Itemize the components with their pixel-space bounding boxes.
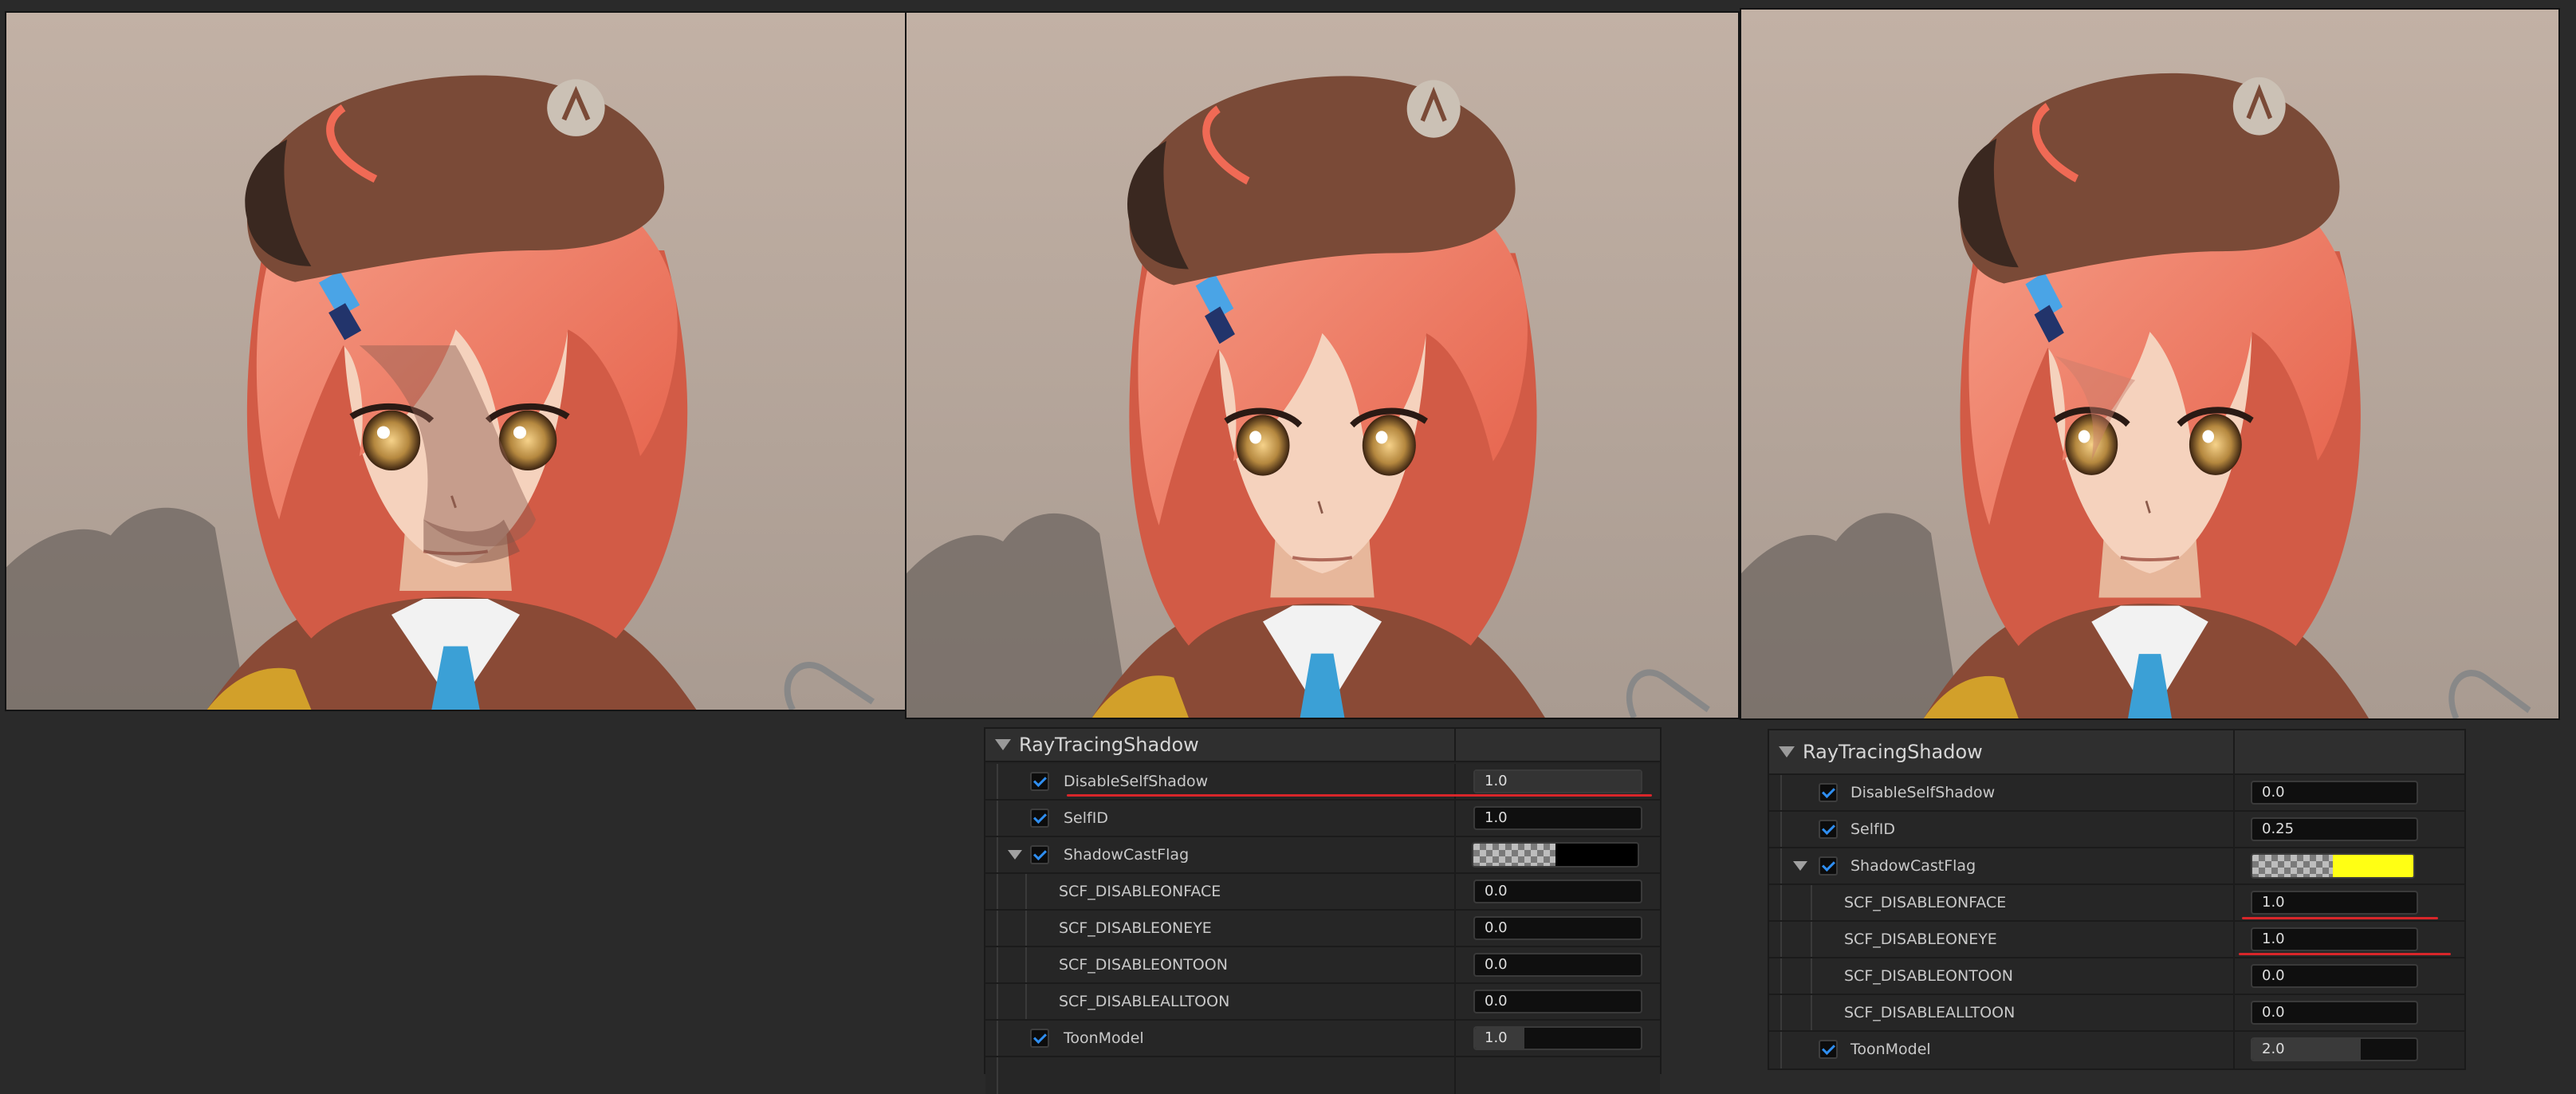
property-row-scf-disable-on-eye: SCF_DISABLEONEYE 0.0 [985,911,1660,947]
number-field[interactable]: 0.25 [2251,817,2418,841]
render-viewport-1 [5,11,907,711]
render-viewport-2 [905,11,1740,719]
property-label: ToonModel [1850,1041,1931,1058]
property-label: SCF_DISABLEONEYE [1844,931,1997,948]
property-row-toon-model: ToonModel 2.0 [1769,1032,2464,1068]
property-row-disable-self-shadow: DisableSelfShadow 0.0 [1769,775,2464,812]
checkbox[interactable] [1819,783,1838,802]
number-field[interactable]: 1.0 [2251,927,2418,951]
property-row-shadow-cast-flag: ShadowCastFlag [985,837,1660,874]
checkbox[interactable] [1819,1040,1838,1059]
property-row-self-id: SelfID 1.0 [985,801,1660,837]
checkbox[interactable] [1819,856,1838,876]
property-label: SCF_DISABLEONTOON [1844,967,2013,985]
category-title: RayTracingShadow [1019,734,1199,756]
checkbox[interactable] [1819,820,1838,839]
expand-arrow-icon[interactable] [1008,850,1022,860]
number-field[interactable]: 0.0 [2251,1001,2418,1025]
number-field[interactable]: 1.0 [1473,769,1642,793]
checkbox[interactable] [1030,1029,1049,1048]
number-field[interactable]: 0.0 [2251,964,2418,988]
expand-arrow-icon[interactable] [1793,861,1807,871]
property-row-scf-disable-all-toon: SCF_DISABLEALLTOON 0.0 [985,984,1660,1021]
category-header[interactable]: RayTracingShadow [985,729,1660,762]
color-picker[interactable] [1472,842,1639,868]
highlight-underline [1067,794,1652,797]
number-field[interactable]: 1.0 [2251,891,2418,915]
category-header[interactable]: RayTracingShadow [1769,730,2464,775]
color-picker[interactable] [2251,853,2415,879]
property-row-scf-disable-all-toon: SCF_DISABLEALLTOON 0.0 [1769,995,2464,1032]
details-panel-right: RayTracingShadow DisableSelfShadow 0.0 S… [1768,729,2466,1070]
highlight-underline [2242,917,2438,919]
property-label: ShadowCastFlag [1850,857,1976,875]
property-label: SCF_DISABLEONFACE [1059,883,1221,900]
property-label: SCF_DISABLEALLTOON [1844,1004,2016,1021]
checkbox[interactable] [1030,845,1049,864]
collapse-arrow-icon[interactable] [1779,746,1795,758]
number-field[interactable]: 0.0 [1473,880,1642,903]
number-field[interactable]: 1.0 [1473,806,1642,830]
checkbox[interactable] [1030,809,1049,828]
property-row-scf-disable-on-toon: SCF_DISABLEONTOON 0.0 [1769,958,2464,995]
property-row-scf-disable-on-toon: SCF_DISABLEONTOON 0.0 [985,947,1660,984]
highlight-underline [2239,953,2451,955]
collapse-arrow-icon[interactable] [995,739,1011,750]
property-label: SCF_DISABLEONTOON [1059,956,1228,974]
property-label: DisableSelfShadow [1850,784,1996,801]
checkbox[interactable] [1030,772,1049,791]
property-label: SCF_DISABLEONFACE [1844,894,2007,911]
number-field[interactable]: 2.0 [2251,1037,2418,1061]
details-panel-left: RayTracingShadow DisableSelfShadow 1.0 S… [984,727,1662,1094]
property-row-scf-disable-on-face: SCF_DISABLEONFACE 0.0 [985,874,1660,911]
property-label: SCF_DISABLEALLTOON [1059,993,1230,1010]
property-label: SelfID [1850,820,1895,838]
property-label: ShadowCastFlag [1064,846,1190,864]
number-field[interactable]: 1.0 [1473,1026,1642,1050]
category-title: RayTracingShadow [1803,741,1983,763]
property-row-shadow-cast-flag: ShadowCastFlag [1769,848,2464,885]
property-row-self-id: SelfID 0.25 [1769,812,2464,848]
number-field[interactable]: 0.0 [1473,990,1642,1013]
property-row-toon-model: ToonModel 1.0 [985,1021,1660,1057]
property-label: SelfID [1064,809,1108,827]
number-field[interactable]: 0.0 [1473,916,1642,940]
number-field[interactable]: 0.0 [2251,781,2418,805]
property-label: ToonModel [1064,1029,1144,1047]
render-viewport-3 [1740,8,2560,720]
property-label: SCF_DISABLEONEYE [1059,919,1212,937]
number-field[interactable]: 0.0 [1473,953,1642,977]
